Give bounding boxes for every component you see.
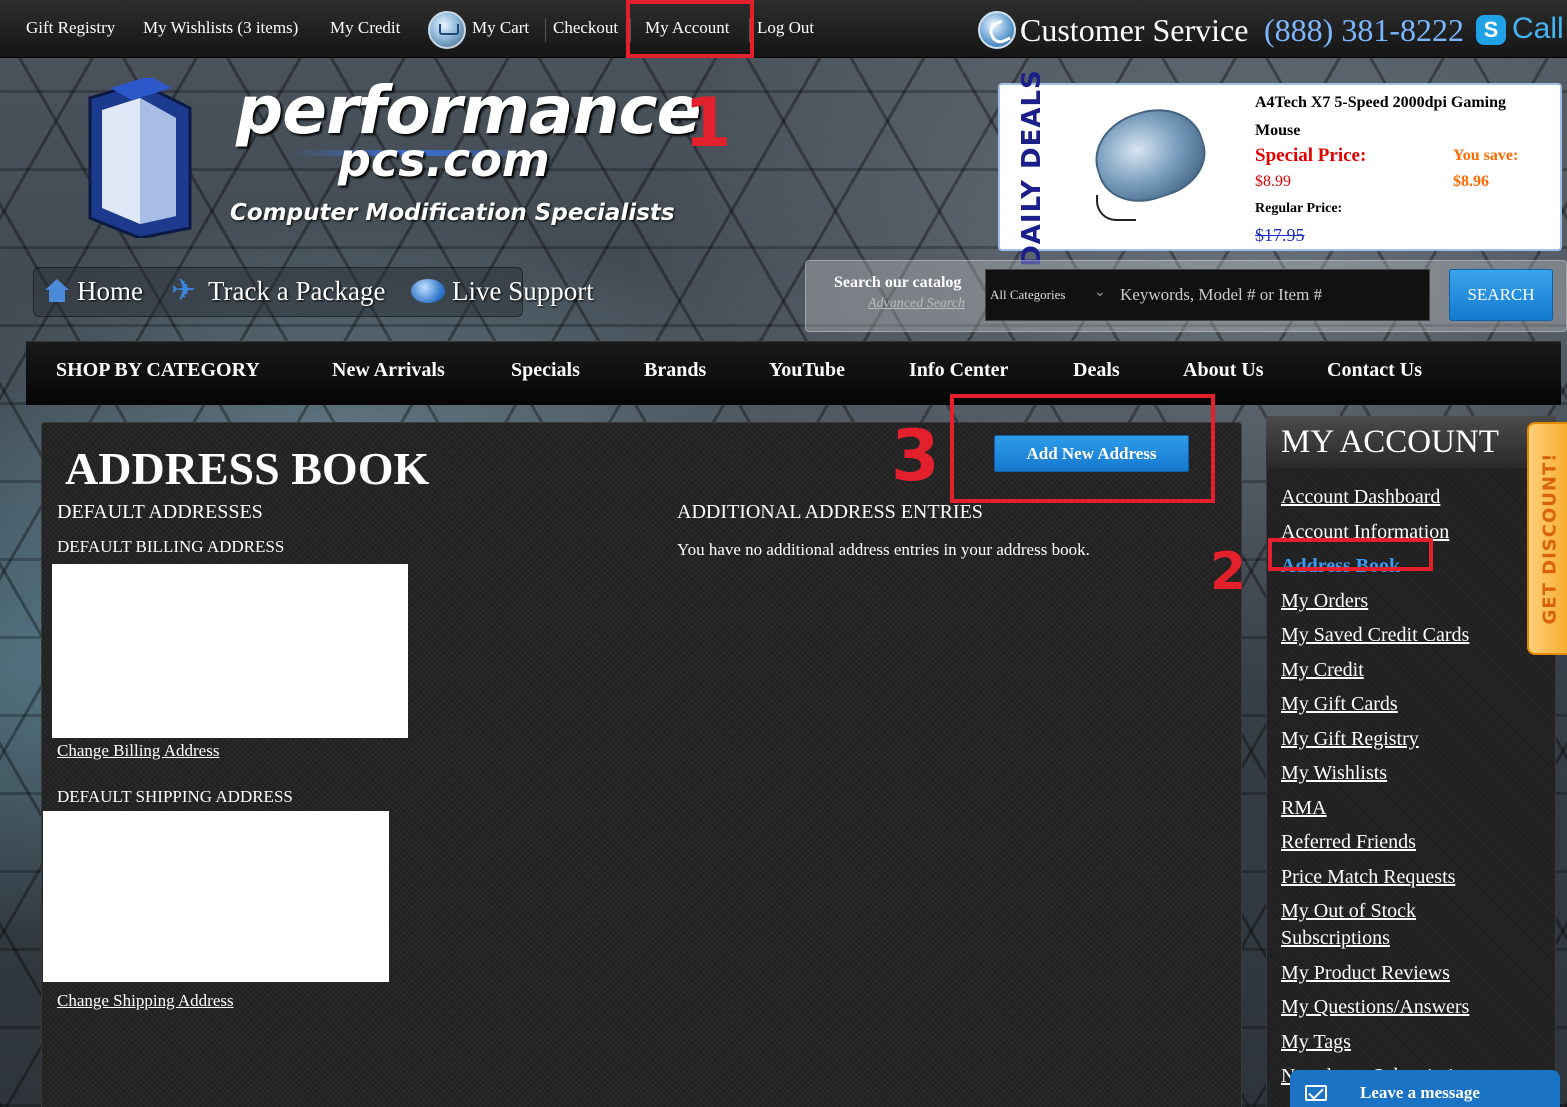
logout-link[interactable]: Log Out <box>757 18 814 38</box>
nav-contact-us[interactable]: Contact Us <box>1327 359 1422 382</box>
sidebar-title: MY ACCOUNT <box>1281 424 1499 460</box>
sidebar-item-gift-cards[interactable]: My Gift Cards <box>1281 691 1398 718</box>
shipping-address-block <box>43 811 389 982</box>
annotation-box-2 <box>1268 538 1433 571</box>
live-support-link[interactable]: Live Support <box>452 276 594 307</box>
customer-service-phone[interactable]: (888) 381-8222 <box>1264 12 1464 49</box>
annotation-box-1 <box>626 0 754 58</box>
default-addresses-heading: DEFAULT ADDRESSES <box>57 501 263 523</box>
checkout-link[interactable]: Checkout <box>553 18 618 38</box>
shipping-address-heading: DEFAULT SHIPPING ADDRESS <box>57 787 293 806</box>
nav-brands[interactable]: Brands <box>644 359 706 382</box>
sidebar-item-credit[interactable]: My Credit <box>1281 657 1364 684</box>
advanced-search-link[interactable]: Advanced Search <box>868 296 980 312</box>
track-package-link[interactable]: Track a Package <box>208 276 385 307</box>
sidebar-item-price-match[interactable]: Price Match Requests <box>1281 864 1455 891</box>
nav-info-center[interactable]: Info Center <box>909 359 1008 382</box>
additional-empty-message: You have no additional address entries i… <box>677 540 1090 559</box>
daily-deal-banner[interactable]: DAILY DEALS A4Tech X7 5-Speed 2000dpi Ga… <box>998 69 1562 267</box>
search-button[interactable]: SEARCH <box>1449 269 1553 321</box>
deal-product-name[interactable]: A4Tech X7 5-Speed 2000dpi Gaming Mouse <box>1255 89 1550 145</box>
gift-registry-link[interactable]: Gift Registry <box>26 18 115 38</box>
plane-icon[interactable]: ✈ <box>171 276 196 306</box>
sidebar-item-rma[interactable]: RMA <box>1281 795 1327 822</box>
change-billing-address-link[interactable]: Change Billing Address <box>57 741 219 761</box>
nav-shop-by-category[interactable]: SHOP BY CATEGORY <box>56 359 260 382</box>
wishlists-link[interactable]: My Wishlists (3 items) <box>143 18 298 38</box>
nav-new-arrivals[interactable]: New Arrivals <box>332 359 445 382</box>
sidebar-item-product-reviews[interactable]: My Product Reviews <box>1281 960 1450 987</box>
home-link[interactable]: Home <box>77 276 143 307</box>
you-save-amount: $8.96 <box>1453 173 1489 190</box>
cart-icon[interactable] <box>428 11 466 49</box>
home-icon[interactable] <box>45 279 69 303</box>
nav-youtube[interactable]: YouTube <box>769 359 845 382</box>
change-shipping-address-link[interactable]: Change Shipping Address <box>57 991 234 1011</box>
nav-about-us[interactable]: About Us <box>1183 359 1264 382</box>
get-discount-tab[interactable]: GET DISCOUNT! <box>1527 422 1567 655</box>
sidebar-item-account-dashboard[interactable]: Account Dashboard <box>1281 484 1440 511</box>
logo-tagline: Computer Modification Specialists <box>230 200 675 226</box>
billing-address-heading: DEFAULT BILLING ADDRESS <box>57 537 285 556</box>
customer-service-label: Customer Service <box>1020 12 1249 48</box>
divider <box>545 18 546 42</box>
annotation-number-2: 2 <box>1210 542 1247 602</box>
regular-price-label: Regular Price: <box>1255 201 1343 216</box>
annotation-number-3: 3 <box>891 415 940 497</box>
regular-price: $17.95 <box>1255 225 1305 245</box>
you-save-label: You save: <box>1453 147 1519 164</box>
chat-bubble-icon[interactable] <box>411 279 445 303</box>
phone-icon <box>978 11 1016 49</box>
nav-specials[interactable]: Specials <box>511 359 580 382</box>
special-price-label: Special Price: <box>1255 145 1367 166</box>
sidebar-item-tags[interactable]: My Tags <box>1281 1029 1351 1056</box>
sidebar-item-referred-friends[interactable]: Referred Friends <box>1281 829 1416 856</box>
daily-deals-tag: DAILY DEALS <box>1017 69 1048 267</box>
credit-link[interactable]: My Credit <box>330 18 400 38</box>
sidebar-item-orders[interactable]: My Orders <box>1281 588 1368 615</box>
logo-graphic[interactable] <box>80 76 195 240</box>
annotation-box-3 <box>950 394 1215 503</box>
annotation-number-1: 1 <box>684 84 732 163</box>
leave-message-label[interactable]: Leave a message <box>1360 1083 1480 1103</box>
sidebar-item-gift-registry[interactable]: My Gift Registry <box>1281 726 1419 753</box>
skype-icon[interactable]: S <box>1476 15 1506 45</box>
category-select[interactable]: All Categories <box>990 287 1065 303</box>
special-price: $8.99 <box>1255 173 1291 190</box>
sidebar-item-saved-cards[interactable]: My Saved Credit Cards <box>1281 622 1469 649</box>
sidebar-item-questions-answers[interactable]: My Questions/Answers <box>1281 994 1469 1021</box>
cart-link[interactable]: My Cart <box>472 18 529 38</box>
additional-addresses-heading: ADDITIONAL ADDRESS ENTRIES <box>677 501 983 523</box>
call-link[interactable]: Call <box>1512 12 1564 46</box>
chevron-down-icon[interactable]: ⌄ <box>1094 284 1106 300</box>
product-image-cable <box>1096 195 1136 221</box>
search-input[interactable] <box>1120 278 1420 312</box>
nav-deals[interactable]: Deals <box>1073 359 1120 382</box>
sidebar-item-out-of-stock[interactable]: My Out of Stock Subscriptions <box>1281 898 1451 952</box>
sidebar-item-wishlists[interactable]: My Wishlists <box>1281 760 1387 787</box>
billing-address-block <box>52 564 408 738</box>
envelope-icon[interactable] <box>1305 1085 1327 1101</box>
logo-domain[interactable]: pcs.com <box>338 133 550 187</box>
search-label: Search our catalog <box>834 274 962 291</box>
page-title: ADDRESS BOOK <box>65 443 430 494</box>
